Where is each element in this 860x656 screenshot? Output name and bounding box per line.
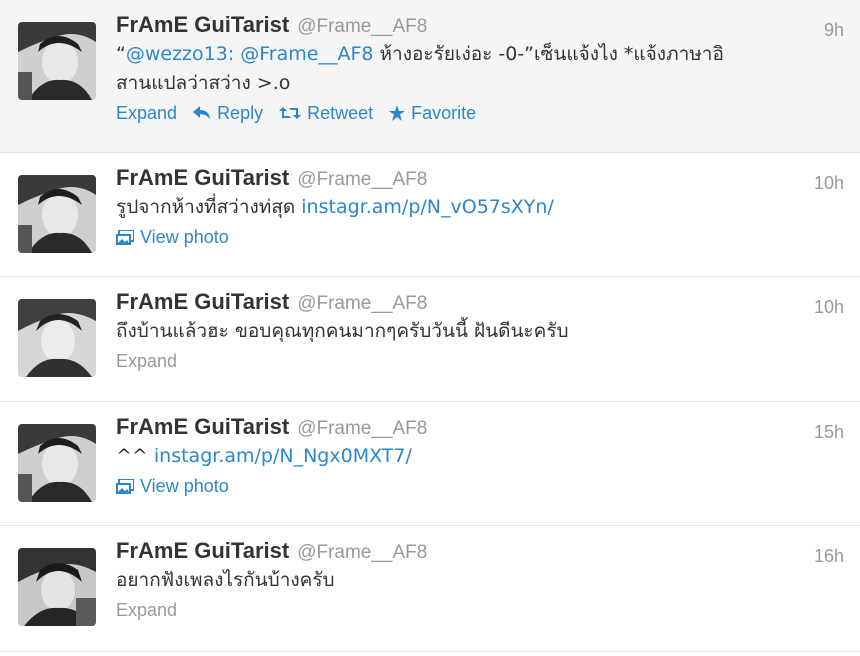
photo-link[interactable]: instagr.am/p/N_Ngx0MXT7/: [154, 445, 412, 467]
reply-button[interactable]: Reply: [193, 103, 263, 124]
expand-button[interactable]: Expand: [116, 103, 177, 124]
tweet-timestamp[interactable]: 16h: [814, 546, 844, 567]
user-handle[interactable]: @Frame__AF8: [297, 293, 427, 315]
tweet[interactable]: FrAmE GuiTarist @Frame__AF8 10h รูปจากห้…: [0, 153, 860, 277]
tweet-timestamp[interactable]: 10h: [814, 297, 844, 318]
tweet[interactable]: FrAmE GuiTarist @Frame__AF8 15h ^^ insta…: [0, 402, 860, 526]
view-photo-button[interactable]: View photo: [116, 227, 229, 248]
tweet-actions: View photo: [116, 224, 846, 250]
user-fullname[interactable]: FrAmE GuiTarist: [116, 12, 289, 38]
tweet[interactable]: FrAmE GuiTarist @Frame__AF8 16h อยากฟังเ…: [0, 526, 860, 652]
tweet-text: ^^ instagr.am/p/N_Ngx0MXT7/: [116, 445, 412, 467]
user-handle[interactable]: @Frame__AF8: [297, 418, 427, 440]
tweet-text: อยากฟังเพลงไรกันบ้างครับ: [116, 569, 335, 591]
tweet[interactable]: FrAmE GuiTarist @Frame__AF8 9h “@wezzo13…: [0, 0, 860, 153]
tweet-actions: Expand: [116, 348, 846, 374]
photo-link[interactable]: instagr.am/p/N_vO57sXYn/: [301, 196, 554, 218]
user-fullname[interactable]: FrAmE GuiTarist: [116, 538, 289, 564]
mention-link[interactable]: @wezzo13: @Frame__AF8: [126, 43, 374, 65]
avatar[interactable]: [18, 548, 96, 626]
user-fullname[interactable]: FrAmE GuiTarist: [116, 165, 289, 191]
user-handle[interactable]: @Frame__AF8: [297, 169, 427, 191]
tweet-actions: Expand: [116, 597, 846, 623]
user-handle[interactable]: @Frame__AF8: [297, 542, 427, 564]
tweet-actions: Expand Reply Retweet Favorite: [116, 100, 846, 126]
view-photo-button[interactable]: View photo: [116, 476, 229, 497]
photo-icon: [116, 478, 134, 494]
tweet-timestamp[interactable]: 10h: [814, 173, 844, 194]
tweet-actions: View photo: [116, 473, 846, 499]
user-handle[interactable]: @Frame__AF8: [297, 16, 427, 38]
avatar[interactable]: [18, 175, 96, 253]
expand-button[interactable]: Expand: [116, 600, 177, 621]
user-fullname[interactable]: FrAmE GuiTarist: [116, 289, 289, 315]
retweet-icon: [279, 107, 302, 119]
tweet-timestamp[interactable]: 9h: [824, 20, 844, 41]
tweet-timestamp[interactable]: 15h: [814, 422, 844, 443]
avatar[interactable]: [18, 424, 96, 502]
avatar[interactable]: [18, 299, 96, 377]
retweet-button[interactable]: Retweet: [279, 103, 373, 124]
photo-icon: [116, 229, 134, 245]
star-icon: [389, 105, 406, 121]
avatar[interactable]: [18, 22, 96, 100]
reply-arrow-icon: [193, 106, 211, 119]
tweet[interactable]: FrAmE GuiTarist @Frame__AF8 10h ถึงบ้านแ…: [0, 277, 860, 402]
tweet-timeline: FrAmE GuiTarist @Frame__AF8 9h “@wezzo13…: [0, 0, 860, 656]
user-fullname[interactable]: FrAmE GuiTarist: [116, 414, 289, 440]
tweet-text: “@wezzo13: @Frame__AF8 ห้างอะรัยเง่อะ -0…: [116, 43, 724, 94]
favorite-button[interactable]: Favorite: [389, 103, 476, 124]
tweet-text: รูปจากห้างที่สว่างท่สุด instagr.am/p/N_v…: [116, 196, 554, 218]
tweet-text: ถึงบ้านแล้วฮะ ขอบคุณทุกคนมากๆครับวันนี้ …: [116, 320, 569, 342]
expand-button[interactable]: Expand: [116, 351, 177, 372]
